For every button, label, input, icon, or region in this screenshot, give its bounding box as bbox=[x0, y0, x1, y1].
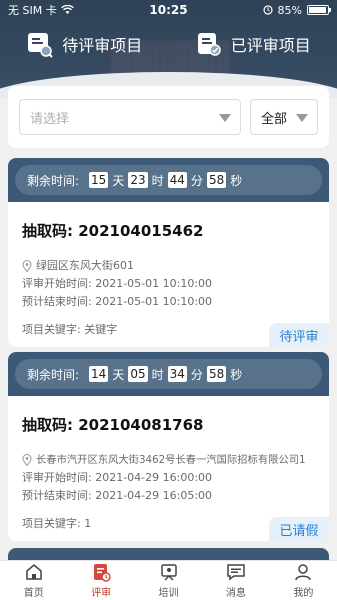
end-time: 预计结束时间: 2021-05-01 10:10:00 bbox=[22, 295, 213, 308]
tab-pending-label: 待评审项目 bbox=[62, 36, 143, 55]
code-label: 抽取码: bbox=[22, 416, 73, 434]
card-info: 绿园区东风大街601 评审开始时间: 2021-05-01 10:10:00 预… bbox=[22, 257, 315, 311]
tab-reviewed-label: 已评审项目 bbox=[230, 36, 311, 55]
nav-training[interactable]: 培训 bbox=[135, 561, 202, 600]
tab-reviewed[interactable]: 已评审项目 bbox=[169, 24, 337, 64]
remaining-label: 剩余时间: bbox=[27, 367, 80, 382]
card-body: 抽取码: 202104081768 长春市汽开区东风大街3462号长春一汽国际招… bbox=[8, 396, 329, 541]
project-select[interactable]: 请选择 bbox=[19, 99, 241, 135]
filter-bar: 请选择 全部 bbox=[8, 86, 329, 148]
dropdown-arrow-icon bbox=[219, 114, 231, 122]
seconds-value: 58 bbox=[206, 366, 227, 382]
days-value: 15 bbox=[89, 172, 109, 188]
code-label: 抽取码: bbox=[22, 222, 73, 240]
hours-unit: 时 bbox=[151, 367, 164, 382]
bottom-nav: 首页 评审 培训 消息 我的 bbox=[0, 560, 337, 600]
extraction-code: 抽取码: 202104015462 bbox=[22, 220, 315, 241]
code-value: 202104081768 bbox=[78, 416, 204, 434]
countdown-bar: 剩余时间: 15 天 23 时 44 分 58 秒 bbox=[8, 158, 329, 202]
start-time: 评审开始时间: 2021-04-29 16:00:00 bbox=[22, 471, 213, 484]
nav-training-label: 培训 bbox=[158, 588, 179, 599]
status-badge: 已请假 bbox=[269, 517, 329, 541]
start-time: 评审开始时间: 2021-05-01 10:10:00 bbox=[22, 277, 213, 290]
nav-review[interactable]: 评审 bbox=[67, 561, 134, 600]
hours-value: 05 bbox=[128, 366, 148, 382]
hours-value: 23 bbox=[128, 172, 148, 188]
nav-messages-label: 消息 bbox=[225, 588, 246, 599]
nav-home-label: 首页 bbox=[23, 588, 44, 599]
training-icon bbox=[160, 564, 177, 581]
status-badge: 待评审 bbox=[269, 323, 329, 347]
reviewed-icon bbox=[197, 33, 221, 56]
review-tabs: 待评审项目 已评审项目 bbox=[0, 24, 337, 64]
pending-review-icon bbox=[28, 33, 53, 58]
nav-messages[interactable]: 消息 bbox=[202, 561, 269, 600]
countdown-bar: 剩余时间: 14 天 05 时 34 分 58 秒 bbox=[8, 352, 329, 396]
days-value: 14 bbox=[89, 366, 109, 382]
message-icon bbox=[227, 564, 245, 581]
days-unit: 天 bbox=[112, 367, 125, 382]
countdown-pill: 剩余时间: 14 天 05 时 34 分 58 秒 bbox=[15, 359, 322, 389]
minutes-unit: 分 bbox=[190, 367, 203, 382]
days-unit: 天 bbox=[112, 173, 125, 188]
card-info: 长春市汽开区东风大街3462号长春一汽国际招标有限公司1 评审开始时间: 202… bbox=[22, 451, 315, 505]
project-card[interactable]: 剩余时间: 14 天 05 时 34 分 58 秒 抽取码: 202104081… bbox=[8, 352, 329, 541]
card-body: 抽取码: 202104015462 绿园区东风大街601 评审开始时间: 202… bbox=[8, 202, 329, 347]
project-card[interactable]: 剩余时间: 15 天 23 时 44 分 58 秒 抽取码: 202104015… bbox=[8, 158, 329, 347]
scope-select-value: 全部 bbox=[261, 111, 288, 127]
minutes-unit: 分 bbox=[190, 173, 203, 188]
header: 无 SIM 卡 10:25 85% 待评审项目 已评审项目 bbox=[0, 0, 337, 98]
address-text: 绿园区东风大街601 bbox=[36, 259, 134, 272]
dropdown-arrow-icon bbox=[296, 114, 308, 122]
nav-review-label: 评审 bbox=[91, 588, 112, 599]
battery-icon bbox=[307, 5, 331, 15]
review-icon bbox=[94, 564, 111, 582]
seconds-unit: 秒 bbox=[230, 173, 243, 188]
nav-profile[interactable]: 我的 bbox=[270, 561, 337, 600]
nav-home[interactable]: 首页 bbox=[0, 561, 67, 600]
tab-pending-review[interactable]: 待评审项目 bbox=[0, 24, 169, 64]
project-select-placeholder: 请选择 bbox=[30, 111, 70, 127]
status-bar: 无 SIM 卡 10:25 85% bbox=[0, 0, 337, 20]
remaining-label: 剩余时间: bbox=[27, 173, 80, 188]
address-text: 长春市汽开区东风大街3462号长春一汽国际招标有限公司1 bbox=[36, 454, 306, 466]
profile-icon bbox=[295, 564, 312, 581]
home-icon bbox=[25, 564, 42, 580]
nav-profile-label: 我的 bbox=[293, 588, 314, 599]
scope-select[interactable]: 全部 bbox=[250, 99, 318, 135]
seconds-value: 58 bbox=[206, 172, 227, 188]
seconds-unit: 秒 bbox=[230, 367, 243, 382]
clock: 10:25 bbox=[149, 3, 188, 17]
code-value: 202104015462 bbox=[78, 222, 204, 240]
minutes-value: 44 bbox=[167, 172, 187, 188]
location-pin-icon bbox=[22, 260, 32, 272]
location-pin-icon bbox=[22, 454, 32, 466]
extraction-code: 抽取码: 202104081768 bbox=[22, 414, 315, 435]
end-time: 预计结束时间: 2021-04-29 16:05:00 bbox=[22, 489, 213, 502]
countdown-pill: 剩余时间: 15 天 23 时 44 分 58 秒 bbox=[15, 165, 322, 195]
minutes-value: 34 bbox=[167, 366, 187, 382]
hours-unit: 时 bbox=[151, 173, 164, 188]
